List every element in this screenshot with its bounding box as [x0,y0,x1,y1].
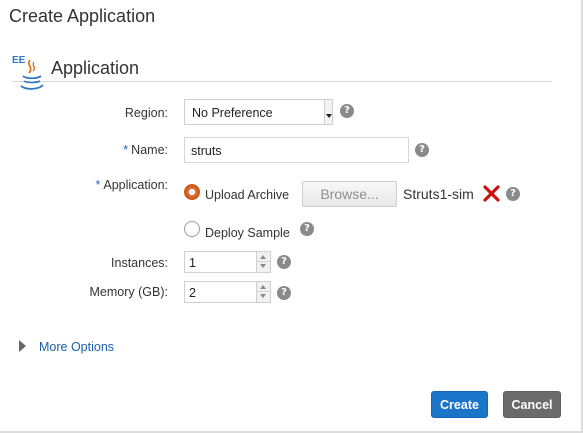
name-input[interactable]: struts [184,137,409,163]
application-label: Application: [103,178,168,192]
deploy-sample-radio[interactable] [184,221,200,237]
region-help-icon[interactable]: ? [340,104,354,118]
decrement-icon[interactable] [257,262,270,272]
cancel-button[interactable]: Cancel [503,391,561,418]
increment-icon[interactable] [257,282,270,292]
memory-stepper[interactable]: 2 [184,281,271,303]
upload-archive-label[interactable]: Upload Archive [205,188,289,202]
remove-file-icon[interactable] [483,185,500,202]
section-title: Application [51,58,140,78]
memory-value[interactable]: 2 [189,286,196,300]
instances-value[interactable]: 1 [189,256,196,270]
instances-stepper-buttons [256,252,270,272]
java-ee-icon: EE [12,55,44,90]
instances-stepper[interactable]: 1 [184,251,271,273]
region-select[interactable]: No Preference [184,99,333,125]
more-options-link[interactable]: More Options [39,340,114,354]
region-label: Region: [124,106,168,120]
region-select-value: No Preference [192,106,273,120]
instances-help-icon[interactable]: ? [277,255,291,269]
required-marker: * [95,178,101,192]
application-section-header: EE Application [12,52,552,90]
instances-label: Instances: [111,256,168,270]
application-help-icon[interactable]: ? [506,187,520,201]
selected-file-name: Struts1-sim [403,186,474,202]
memory-help-icon[interactable]: ? [277,286,291,300]
dialog-title: Create Application [9,6,156,26]
memory-stepper-buttons [256,282,270,302]
name-label-row: * Name: [60,143,168,157]
required-marker: * [123,143,129,157]
decrement-icon[interactable] [257,292,270,302]
create-button[interactable]: Create [431,391,488,418]
application-label-row: * Application: [60,178,169,192]
expand-triangle-icon[interactable] [19,340,26,352]
increment-icon[interactable] [257,252,270,262]
chevron-down-icon[interactable] [324,100,332,124]
browse-button[interactable]: Browse... [302,181,397,207]
deploy-sample-label[interactable]: Deploy Sample [205,226,290,240]
deploy-sample-help-icon[interactable]: ? [300,222,314,236]
name-label: Name: [131,143,168,157]
name-help-icon[interactable]: ? [415,143,429,157]
svg-text:EE: EE [12,55,26,66]
memory-label: Memory (GB): [89,285,168,299]
upload-archive-radio[interactable] [184,184,200,200]
create-application-dialog: Create Application EE Application Region… [0,0,583,433]
